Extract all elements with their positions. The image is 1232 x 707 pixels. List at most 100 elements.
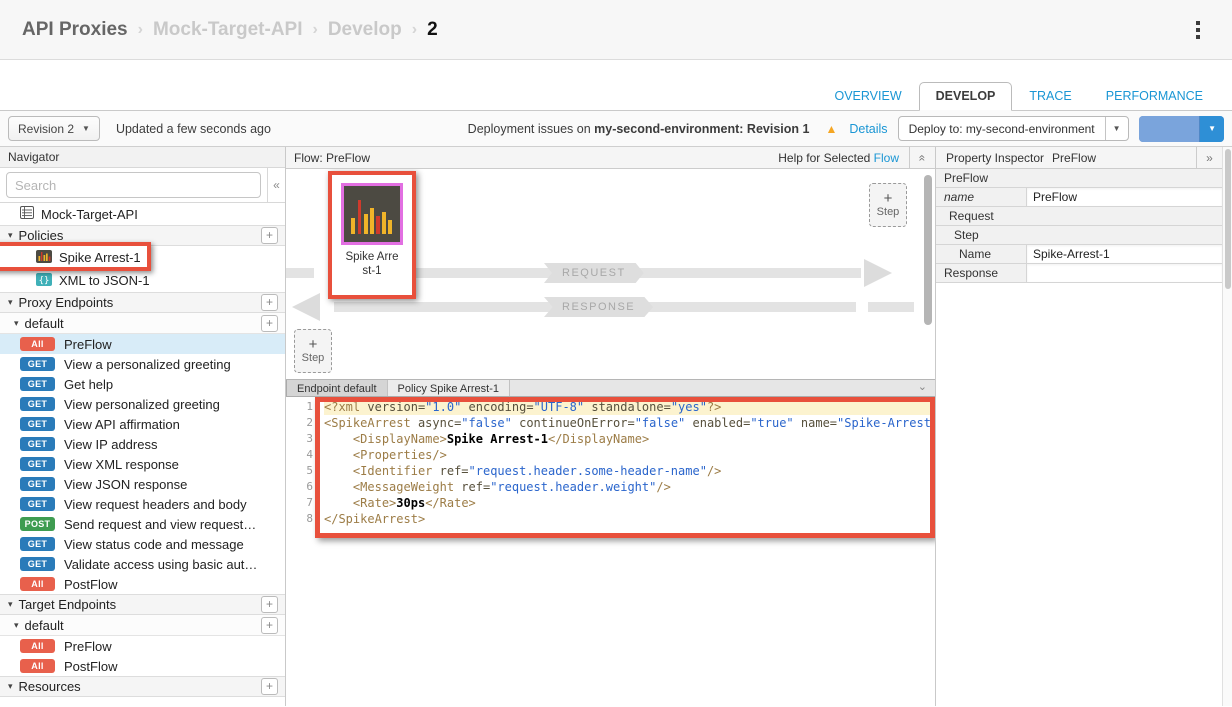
add-button[interactable]: +	[261, 294, 278, 311]
add-button[interactable]: +	[261, 678, 278, 695]
line-number: 2	[286, 415, 316, 431]
save-dropdown-icon[interactable]: ▼	[1199, 116, 1224, 142]
code-text[interactable]: <Properties/>	[324, 447, 935, 463]
expand-caret-icon[interactable]: ▾	[8, 681, 13, 692]
code-text[interactable]: <DisplayName>Spike Arrest-1</DisplayName…	[324, 431, 935, 447]
code-line[interactable]: 2▾<SpikeArrest async="false" continueOnE…	[286, 415, 935, 431]
expand-caret-icon[interactable]: ▾	[14, 620, 19, 631]
add-button[interactable]: +	[261, 227, 278, 244]
editor-tab-policy-spike-arrest-1[interactable]: Policy Spike Arrest-1	[388, 380, 510, 396]
inspector-row-name[interactable]: namePreFlow	[936, 188, 1222, 207]
code-line[interactable]: 5 <Identifier ref="request.header.some-h…	[286, 463, 935, 479]
tab-performance[interactable]: PERFORMANCE	[1089, 82, 1220, 111]
add-button[interactable]: +	[261, 596, 278, 613]
sidebar-item-mock-target-api[interactable]: Mock-Target-API	[0, 203, 285, 225]
sidebar-section-resources[interactable]: ▾Resources+	[0, 676, 285, 697]
spike-arrest-node[interactable]	[341, 183, 403, 245]
save-button-label[interactable]: Save	[1139, 116, 1200, 142]
sidebar-flow-view-a-personalized-greeting[interactable]: GETView a personalized greeting	[0, 354, 285, 374]
inspector-row-response[interactable]: Response	[936, 264, 1222, 283]
code-line[interactable]: 8 </SpikeArrest>	[286, 511, 935, 527]
expand-inspector-icon[interactable]: »	[1196, 147, 1222, 168]
sidebar-flow-preflow[interactable]: AllPreFlow	[0, 636, 285, 656]
tab-overview[interactable]: OVERVIEW	[817, 82, 918, 111]
flow-help-link[interactable]: Flow	[874, 151, 899, 165]
step-label: Step	[302, 352, 325, 364]
details-link[interactable]: Details	[849, 122, 887, 136]
sidebar-flow-view-status-code-and-message[interactable]: GETView status code and message	[0, 534, 285, 554]
code-line[interactable]: 3 <DisplayName>Spike Arrest-1</DisplayNa…	[286, 431, 935, 447]
breadcrumb-item[interactable]: Develop	[328, 19, 402, 41]
expand-caret-icon[interactable]: ▾	[8, 297, 13, 308]
chevron-down-icon: ▼	[82, 124, 90, 133]
tab-develop[interactable]: DEVELOP	[919, 82, 1013, 111]
add-step-button-response[interactable]: + Step	[294, 329, 332, 373]
sidebar-section-target-endpoints[interactable]: ▾Target Endpoints+	[0, 594, 285, 615]
search-input[interactable]	[6, 172, 261, 198]
collapse-navigator-icon[interactable]: «	[267, 168, 285, 202]
sidebar-flow-send-request-and-view-request-[interactable]: POSTSend request and view request…	[0, 514, 285, 534]
expand-caret-icon[interactable]: ▾	[8, 599, 13, 610]
code-text[interactable]: <Rate>30ps</Rate>	[324, 495, 935, 511]
fold-caret-icon[interactable]: ▾	[316, 415, 324, 431]
expand-caret-icon[interactable]: ▾	[8, 230, 13, 241]
spike-arrest-node-label: Spike Arrest-1	[345, 250, 399, 278]
sidebar-flow-view-json-response[interactable]: GETView JSON response	[0, 474, 285, 494]
editor-tab-endpoint-default[interactable]: Endpoint default	[286, 380, 388, 396]
request-flow-stub	[286, 268, 314, 278]
sidebar-section-policies[interactable]: ▾Policies+	[0, 225, 285, 246]
top-bar: API Proxies›Mock-Target-API›Develop›2	[0, 0, 1232, 60]
sidebar-flow-postflow[interactable]: AllPostFlow	[0, 574, 285, 594]
sidebar-flow-view-api-affirmation[interactable]: GETView API affirmation	[0, 414, 285, 434]
inspector-value-response[interactable]	[1026, 264, 1222, 282]
code-editor[interactable]: 1 <?xml version="1.0" encoding="UTF-8" s…	[286, 397, 935, 706]
revision-select[interactable]: Revision 2 ▼	[8, 116, 100, 141]
revision-select-label: Revision 2	[18, 122, 74, 136]
expand-caret-icon[interactable]: ▾	[14, 318, 19, 329]
page-scrollbar-thumb[interactable]	[1225, 149, 1231, 289]
sidebar-flow-get-help[interactable]: GETGet help	[0, 374, 285, 394]
deploy-to-select[interactable]: Deploy to: my-second-environment ▼	[898, 116, 1129, 141]
code-text[interactable]: <MessageWeight ref="request.header.weigh…	[324, 479, 935, 495]
code-line[interactable]: 6 <MessageWeight ref="request.header.wei…	[286, 479, 935, 495]
code-text[interactable]: <SpikeArrest async="false" continueOnErr…	[324, 415, 935, 431]
deployment-issues-text: Deployment issues on my-second-environme…	[468, 122, 810, 136]
sidebar-flow-view-request-headers-and-body[interactable]: GETView request headers and body	[0, 494, 285, 514]
code-text[interactable]: </SpikeArrest>	[324, 511, 935, 527]
kebab-menu-icon[interactable]	[1186, 15, 1210, 45]
breadcrumb-item[interactable]: API Proxies	[22, 19, 128, 41]
sidebar-flow-view-ip-address[interactable]: GETView IP address	[0, 434, 285, 454]
add-step-button-request[interactable]: + Step	[869, 183, 907, 227]
collapse-flow-icon[interactable]: «	[909, 147, 935, 168]
sidebar-flow-view-personalized-greeting[interactable]: GETView personalized greeting	[0, 394, 285, 414]
code-line[interactable]: 7 <Rate>30ps</Rate>	[286, 495, 935, 511]
code-text[interactable]: <Identifier ref="request.header.some-hea…	[324, 463, 935, 479]
breadcrumb-item[interactable]: Mock-Target-API	[153, 19, 303, 41]
flow-label: Get help	[64, 377, 113, 392]
add-button[interactable]: +	[261, 617, 278, 634]
page-scrollbar	[1222, 147, 1232, 706]
navigator-search-row: «	[0, 168, 285, 203]
sidebar-subsection-default[interactable]: ▾default+	[0, 615, 285, 636]
sidebar-flow-view-xml-response[interactable]: GETView XML response	[0, 454, 285, 474]
sidebar-flow-postflow[interactable]: AllPostFlow	[0, 656, 285, 676]
editor-collapse-icon[interactable]: ⌄	[918, 380, 927, 393]
flow-canvas-scrollbar[interactable]	[924, 175, 932, 325]
tab-trace[interactable]: TRACE	[1012, 82, 1088, 111]
inspector-value-name[interactable]: Spike-Arrest-1	[1026, 245, 1222, 263]
sidebar-flow-validate-access-using-basic-aut-[interactable]: GETValidate access using basic aut…	[0, 554, 285, 574]
save-button[interactable]: Save ▼	[1139, 116, 1224, 142]
code-line[interactable]: 4 <Properties/>	[286, 447, 935, 463]
code-line[interactable]: 1 <?xml version="1.0" encoding="UTF-8" s…	[286, 399, 935, 415]
sidebar-subsection-default[interactable]: ▾default+	[0, 313, 285, 334]
sidebar-flow-preflow[interactable]: AllPreFlow	[0, 334, 285, 354]
inspector-row-name[interactable]: NameSpike-Arrest-1	[936, 245, 1222, 264]
line-number: 4	[286, 447, 316, 463]
add-button[interactable]: +	[261, 315, 278, 332]
sidebar-policy-xml-to-json-1[interactable]: {}XML to JSON-1	[0, 269, 285, 292]
code-text[interactable]: <?xml version="1.0" encoding="UTF-8" sta…	[324, 399, 935, 415]
sidebar-section-proxy-endpoints[interactable]: ▾Proxy Endpoints+	[0, 292, 285, 313]
chevron-down-icon[interactable]: ▼	[1105, 117, 1128, 140]
inspector-value-name[interactable]: PreFlow	[1026, 188, 1222, 206]
sidebar-policy-spike-arrest-1[interactable]: Spike Arrest-1	[0, 246, 285, 269]
